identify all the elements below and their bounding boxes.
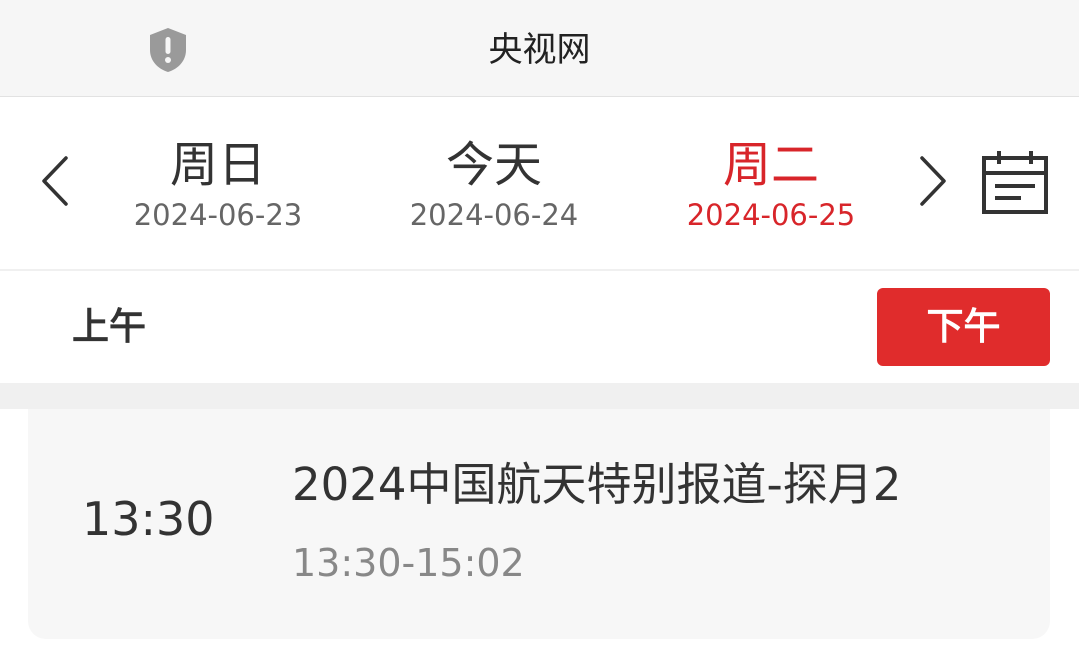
day-date: 2024-06-24 — [409, 198, 579, 232]
top-bar: 央视网 — [0, 0, 1079, 97]
chevron-right-icon[interactable] — [918, 154, 948, 208]
tab-afternoon[interactable]: 下午 — [877, 288, 1050, 366]
date-navigation: 周日 2024-06-23 今天 2024-06-24 周二 2024-06-2… — [0, 97, 1079, 271]
program-title: 2024中国航天特别报道-探月2 — [292, 458, 902, 511]
period-selector: 上午 下午 — [0, 271, 1079, 383]
day-today[interactable]: 今天 2024-06-24 — [384, 135, 604, 233]
day-name: 今天 — [445, 137, 542, 193]
program-time-range: 13:30-15:02 — [292, 541, 525, 585]
program-start-time: 13:30 — [82, 492, 215, 546]
tab-morning[interactable]: 上午 — [72, 301, 146, 353]
day-tuesday-selected[interactable]: 周二 2024-06-25 — [661, 135, 881, 233]
day-name: 周日 — [169, 137, 266, 193]
chevron-left-icon[interactable] — [40, 154, 70, 208]
day-name: 周二 — [722, 137, 819, 193]
day-date: 2024-06-23 — [133, 198, 303, 232]
section-divider — [0, 383, 1079, 409]
calendar-icon[interactable] — [981, 149, 1049, 215]
site-title: 央视网 — [488, 30, 591, 70]
program-item[interactable]: 13:30 2024中国航天特别报道-探月2 13:30-15:02 — [28, 409, 1050, 639]
day-sunday[interactable]: 周日 2024-06-23 — [108, 135, 328, 233]
day-date: 2024-06-25 — [686, 198, 856, 232]
